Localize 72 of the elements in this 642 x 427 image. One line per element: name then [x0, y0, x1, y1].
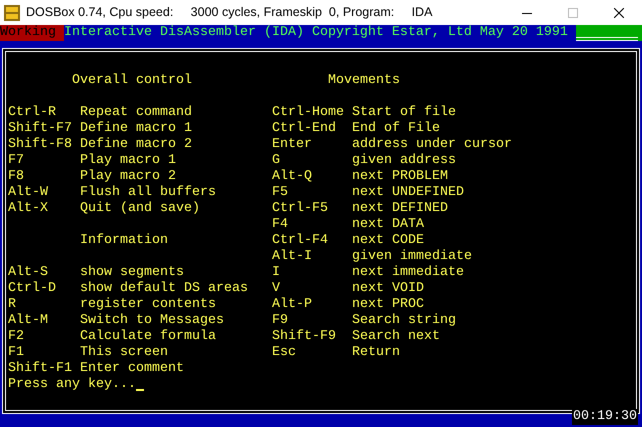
shortcut-key: Enter	[272, 137, 352, 153]
window-title: DOSBox 0.74, Cpu speed: 3000 cycles, Frameskip 0, Program: IDA	[26, 4, 432, 22]
shortcut-key: Ctrl-R	[8, 105, 80, 121]
shortcut-description: End of File	[352, 121, 440, 137]
shortcut-key: Alt-S	[8, 265, 80, 281]
section-heading: Movements	[328, 73, 400, 89]
shortcut-key: F2	[8, 329, 80, 345]
shortcut-description: Play macro 2	[80, 169, 176, 185]
shortcut-key: F4	[272, 217, 352, 233]
shortcut-key: Alt-W	[8, 185, 80, 201]
shortcut-description: Start of file	[352, 105, 456, 121]
shortcut-key: Alt-Q	[272, 169, 352, 185]
shortcut-description: Quit (and save)	[80, 201, 200, 217]
shortcut-description: This screen	[80, 345, 168, 361]
clock: 00:19:30	[572, 409, 638, 425]
shortcut-description: Flush all buffers	[80, 185, 216, 201]
shortcut-description: next VOID	[352, 281, 424, 297]
shortcut-description: Define macro 1	[80, 121, 192, 137]
shortcut-description: next DEFINED	[352, 201, 448, 217]
section-heading: Overall control	[72, 73, 192, 89]
shortcut-description: Play macro 1	[80, 153, 176, 169]
shortcut-description: next CODE	[352, 233, 424, 249]
shortcut-description: Return	[352, 345, 400, 361]
shortcut-description: Search next	[352, 329, 440, 345]
shortcut-description: show default DS areas	[80, 281, 248, 297]
shortcut-description: Calculate formula	[80, 329, 216, 345]
shortcut-key: Alt-X	[8, 201, 80, 217]
shortcut-description: given address	[352, 153, 456, 169]
shortcut-key: Shift-F7	[8, 121, 80, 137]
shortcut-key: F7	[8, 153, 80, 169]
shortcut-key: Ctrl-D	[8, 281, 80, 297]
shortcut-description: show segments	[80, 265, 184, 281]
shortcut-key: Shift-F1	[8, 361, 80, 377]
shortcut-key: Alt-M	[8, 313, 80, 329]
shortcut-key: I	[272, 265, 352, 281]
shortcut-description: next PROBLEM	[352, 169, 448, 185]
shortcut-key: R	[8, 297, 80, 313]
shortcut-key: F8	[8, 169, 80, 185]
shortcut-description: register contents	[80, 297, 216, 313]
app-icon	[4, 4, 20, 20]
maximize-icon	[568, 8, 578, 18]
shortcut-key: Alt-I	[272, 249, 352, 265]
shortcut-key: Alt-P	[272, 297, 352, 313]
shortcut-key: Ctrl-F4	[272, 233, 352, 249]
shortcut-key: V	[272, 281, 352, 297]
shortcut-description: next PROC	[352, 297, 424, 313]
section-heading: Information	[80, 233, 168, 249]
shortcut-description: address under cursor	[352, 137, 512, 153]
shortcut-description: next UNDEFINED	[352, 185, 464, 201]
mode-label: Working	[0, 25, 64, 41]
shortcut-description: next immediate	[352, 265, 464, 281]
shortcut-description: Switch to Messages	[80, 313, 224, 329]
shortcut-key: G	[272, 153, 352, 169]
shortcut-description: Search string	[352, 313, 456, 329]
shortcut-key: Shift-F8	[8, 137, 80, 153]
prompt-text: Press any key...	[8, 377, 136, 393]
shortcut-key: Ctrl-End	[272, 121, 352, 137]
shortcut-description: next DATA	[352, 217, 424, 233]
shortcut-key: F1	[8, 345, 80, 361]
shortcut-key: Shift-F9	[272, 329, 352, 345]
shortcut-key: Ctrl-Home	[272, 105, 352, 121]
shortcut-description: Enter comment	[80, 361, 184, 377]
text-cursor	[136, 389, 144, 391]
shortcut-description: given immediate	[352, 249, 472, 265]
shortcut-description: Repeat command	[80, 105, 192, 121]
shortcut-key: F9	[272, 313, 352, 329]
shortcut-key: Esc	[272, 345, 352, 361]
shortcut-description: Define macro 2	[80, 137, 192, 153]
shortcut-key: Ctrl-F5	[272, 201, 352, 217]
shortcut-key: F5	[272, 185, 352, 201]
title-text: Interactive DisAssembler (IDA) Copyright Estar, Ltd May 20 1991	[64, 25, 569, 41]
close-icon	[614, 8, 624, 18]
